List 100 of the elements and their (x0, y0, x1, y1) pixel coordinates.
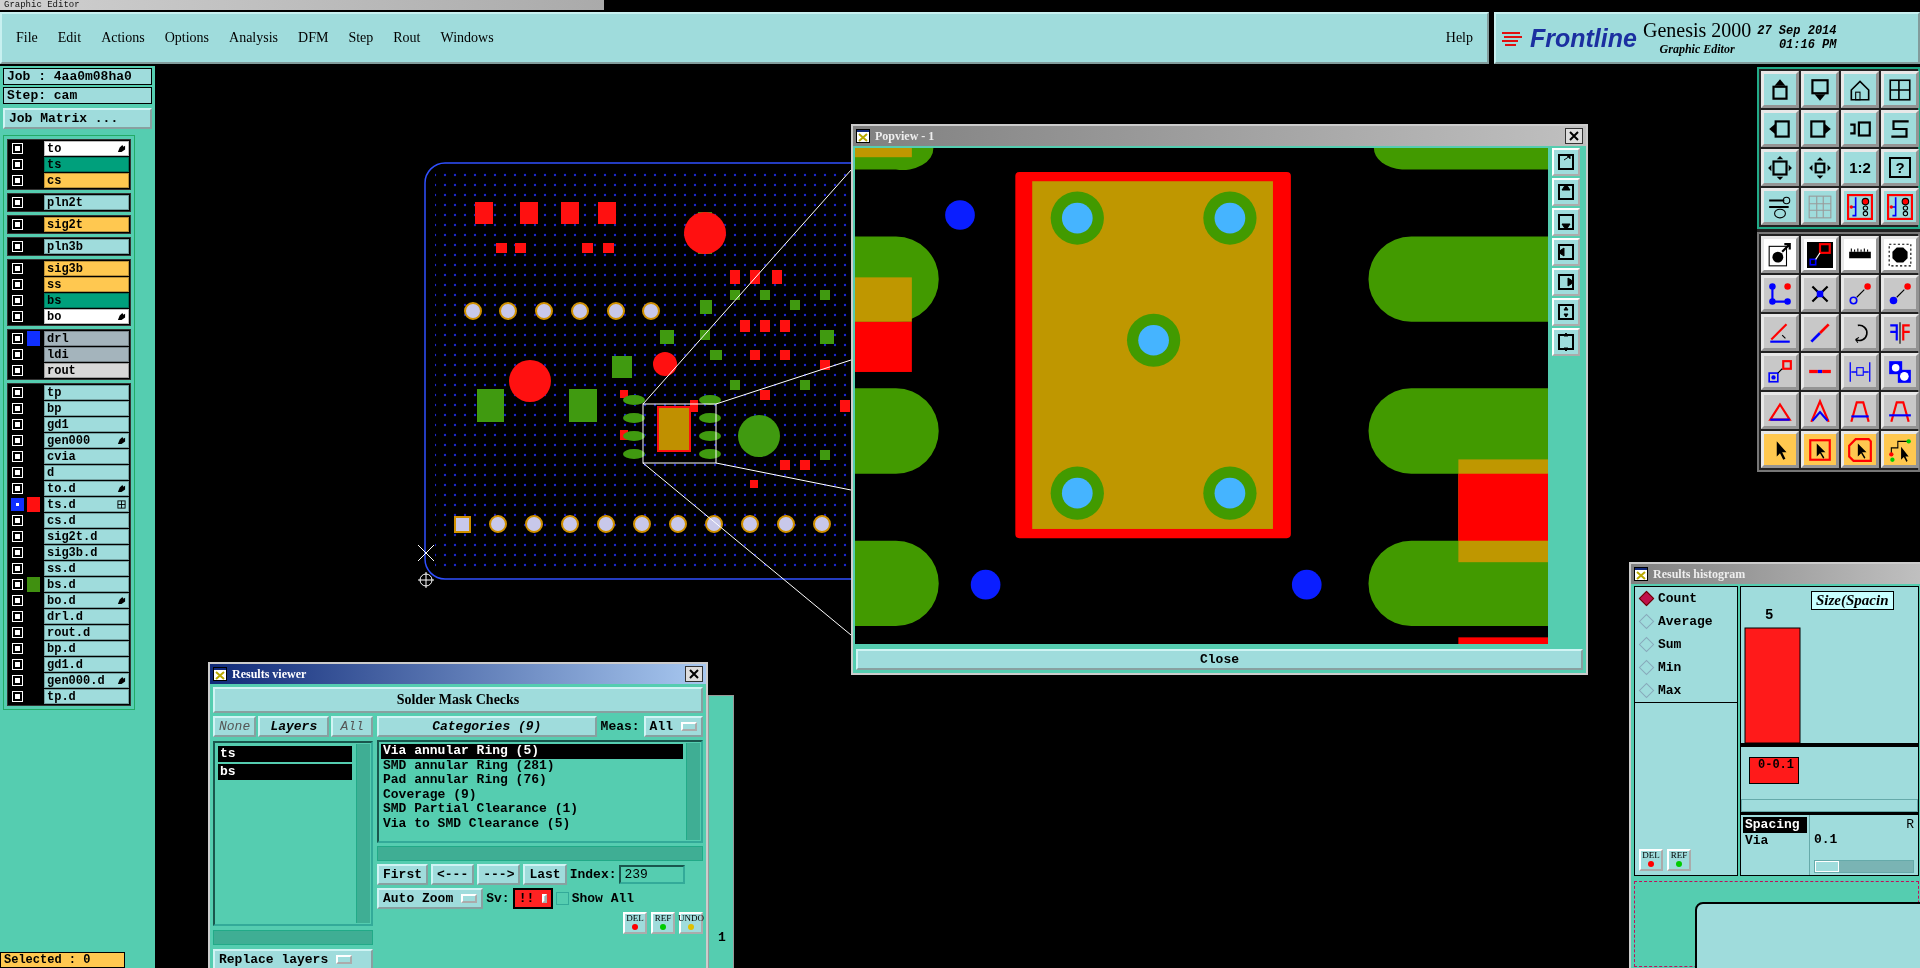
layer-checkbox[interactable] (13, 500, 22, 509)
category-item[interactable]: SMD Partial Clearance (1) (381, 802, 683, 817)
layer-name[interactable]: rout (44, 363, 129, 378)
layer-name[interactable]: bp (44, 401, 129, 416)
toolbar-button[interactable] (1881, 188, 1919, 225)
layer-checkbox[interactable] (13, 144, 22, 153)
toolbar-button[interactable] (1761, 314, 1799, 351)
categories-button[interactable]: Categories (9) (377, 716, 597, 737)
layer-name[interactable]: ss (44, 277, 129, 292)
toolbar-button[interactable] (1761, 149, 1799, 186)
toolbar-button[interactable] (1841, 71, 1879, 108)
toolbar-button[interactable] (1881, 275, 1919, 312)
scrollbar[interactable] (213, 930, 373, 945)
replace-layers-dropdown[interactable]: Replace layers (213, 949, 373, 968)
scrollbar[interactable] (686, 743, 700, 840)
measure-item[interactable]: Via (1743, 833, 1807, 849)
layer-name[interactable]: sig3b.d (44, 545, 129, 560)
layer-name[interactable]: tp.d (44, 689, 129, 704)
toolbar-button[interactable] (1801, 431, 1839, 468)
layer-name[interactable]: bs.d (44, 577, 129, 592)
layer-checkbox[interactable] (13, 198, 22, 207)
layer-checkbox[interactable] (13, 264, 22, 273)
toolbar-button[interactable] (1841, 110, 1879, 147)
layer-name[interactable]: gen000 (44, 433, 129, 448)
layer-checkbox[interactable] (13, 628, 22, 637)
menu-item[interactable]: Analysis (229, 30, 279, 46)
view-button[interactable] (1552, 238, 1580, 266)
toolbar-button[interactable] (1761, 431, 1799, 468)
layer-checkbox[interactable] (13, 660, 22, 669)
layer-checkbox[interactable] (13, 436, 22, 445)
scrollbar[interactable] (1741, 799, 1918, 812)
help-menu[interactable]: Help (1445, 30, 1473, 46)
view-button[interactable] (1552, 148, 1580, 176)
layer-checkbox[interactable] (13, 388, 22, 397)
show-all-checkbox[interactable] (555, 892, 569, 905)
layer-checkbox[interactable] (13, 468, 22, 477)
layer-name[interactable]: ts.d (44, 497, 129, 512)
layer-name[interactable]: sig2t.d (44, 529, 129, 544)
scrollbar[interactable] (377, 846, 703, 861)
toolbar-button[interactable] (1801, 149, 1839, 186)
zoom-dropdown[interactable]: Auto Zoom (377, 888, 484, 909)
category-item[interactable]: Pad annular Ring (76) (381, 773, 683, 788)
toolbar-button[interactable] (1801, 71, 1839, 108)
layer-name[interactable]: bo (44, 309, 129, 324)
toolbar-button[interactable] (1841, 236, 1879, 273)
category-item[interactable]: Via annular Ring (5) (381, 744, 683, 759)
toolbar-button[interactable] (1881, 431, 1919, 468)
layer-name[interactable]: drl.d (44, 609, 129, 624)
index-field[interactable]: 239 (619, 865, 686, 884)
toolbar-button[interactable] (1841, 353, 1879, 390)
layer-name[interactable]: sig3b (44, 261, 129, 276)
layer-checkbox[interactable] (13, 176, 22, 185)
layer-checkbox[interactable] (13, 334, 22, 343)
toolbar-button[interactable] (1881, 71, 1919, 108)
menu-item[interactable]: Step (348, 30, 374, 46)
menu-item[interactable]: Rout (393, 30, 421, 46)
nav-button[interactable]: <--- (431, 864, 475, 885)
scrollbar[interactable] (356, 744, 370, 923)
view-button[interactable] (1552, 298, 1580, 326)
layer-name[interactable]: rout.d (44, 625, 129, 640)
toolbar-button[interactable] (1841, 188, 1879, 225)
menu-item[interactable]: File (16, 30, 38, 46)
view-button[interactable] (1552, 178, 1580, 206)
toolbar-button[interactable] (1761, 236, 1799, 273)
layer-checkbox[interactable] (13, 366, 22, 375)
layer-name[interactable]: pln2t (44, 195, 129, 210)
action-button[interactable]: DEL (1639, 849, 1663, 871)
layer-item[interactable]: ts (218, 746, 352, 762)
layer-checkbox[interactable] (13, 280, 22, 289)
layer-checkbox[interactable] (13, 564, 22, 573)
close-button[interactable] (1565, 128, 1583, 144)
layer-checkbox[interactable] (13, 532, 22, 541)
layer-name[interactable]: sig2t (44, 217, 129, 232)
category-item[interactable]: Via to SMD Clearance (5) (381, 816, 683, 831)
action-button[interactable]: REF (651, 912, 675, 934)
toolbar-button[interactable] (1841, 431, 1879, 468)
layer-name[interactable]: pln3b (44, 239, 129, 254)
nav-button[interactable]: First (377, 864, 428, 885)
layer-checkbox[interactable] (13, 548, 22, 557)
toolbar-button[interactable] (1881, 236, 1919, 273)
layer-checkbox[interactable] (13, 350, 22, 359)
layer-checkbox[interactable] (13, 420, 22, 429)
severity-dropdown[interactable]: !! (512, 888, 553, 909)
menu-item[interactable]: Options (164, 30, 210, 46)
layer-checkbox[interactable] (13, 596, 22, 605)
menu-item[interactable]: DFM (298, 30, 329, 46)
category-item[interactable]: SMD annular Ring (281) (381, 758, 683, 773)
layer-checkbox[interactable] (13, 644, 22, 653)
layer-checkbox[interactable] (13, 220, 22, 229)
meas-dropdown[interactable]: All (643, 716, 703, 737)
layer-name[interactable]: cs.d (44, 513, 129, 528)
layer-name[interactable]: ss.d (44, 561, 129, 576)
toolbar-button[interactable] (1881, 110, 1919, 147)
layer-name[interactable]: gen000.d (44, 673, 129, 688)
layer-name[interactable]: tp (44, 385, 129, 400)
checks-heading-button[interactable]: Solder Mask Checks (213, 687, 703, 713)
layer-checkbox[interactable] (13, 484, 22, 493)
close-button[interactable] (685, 666, 703, 682)
nav-button[interactable]: Last (523, 864, 567, 885)
layer-name[interactable]: to.d (44, 481, 129, 496)
